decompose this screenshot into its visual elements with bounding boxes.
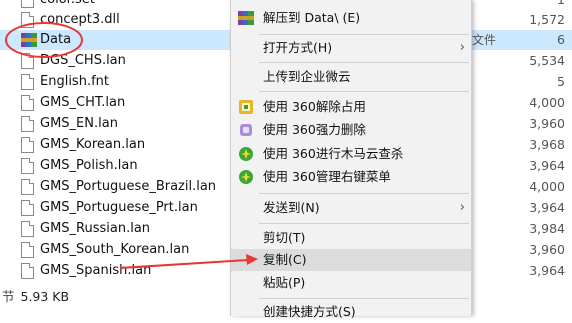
- file-size: 3,968: [529, 137, 565, 152]
- menu-item-360-unlock[interactable]: 使用 360解除占用: [231, 96, 471, 118]
- file-icon: [21, 263, 34, 279]
- archive-icon: [238, 0, 254, 5]
- file-name: concept3.dll: [40, 12, 120, 27]
- menu-item-paste[interactable]: 粘贴(P): [231, 272, 471, 294]
- menu-separator: [259, 62, 469, 63]
- menu-item-360-manage[interactable]: 使用 360管理右键菜单: [231, 166, 471, 188]
- menu-item-label: 使用 360管理右键菜单: [263, 169, 391, 184]
- file-name: GMS_CHT.lan: [40, 95, 126, 110]
- file-icon: [21, 0, 34, 8]
- menu-item-label: 打开方式(H): [263, 40, 333, 55]
- file-icon: [21, 95, 34, 111]
- winrar-icon: [238, 11, 254, 25]
- menu-item-copy[interactable]: 复制(C): [231, 249, 471, 271]
- context-menu: 解压到 Data\ (E) 打开方式(H) › 上传到企业微云 使用 360解除…: [230, 0, 472, 319]
- menu-item-label: 解压到 Data\ (E): [263, 10, 361, 25]
- file-name: GMS_EN.lan: [40, 116, 118, 131]
- file-name: English.fnt: [40, 74, 109, 89]
- file-size: 3,960: [529, 242, 565, 257]
- menu-item-upload[interactable]: 上传到企业微云: [231, 66, 471, 88]
- file-size: 3,964: [529, 200, 565, 215]
- file-icon: [21, 158, 34, 174]
- file-size: 3,960: [529, 116, 565, 131]
- menu-item-label: 使用 360进行木马云查杀: [263, 146, 404, 161]
- menu-item-360-force-delete[interactable]: 使用 360强力删除: [231, 119, 471, 141]
- 360-shield-icon: [239, 147, 253, 161]
- menu-item-open-with[interactable]: 打开方式(H) ›: [231, 37, 471, 59]
- menu-item-extract-here[interactable]: 解压到 Data\ (E): [231, 7, 471, 29]
- status-size: 5.93 KB: [20, 289, 70, 304]
- file-icon: [21, 137, 34, 153]
- menu-item-label: 上传到企业微云: [263, 69, 351, 84]
- file-name: color.set: [40, 0, 95, 10]
- status-prefix: 节: [2, 289, 15, 304]
- file-icon: [21, 116, 34, 132]
- unlock-icon: [239, 100, 253, 114]
- menu-item-label: 剪切(T): [263, 230, 306, 245]
- menu-item-label: 使用 360解除占用: [263, 99, 366, 114]
- status-bar: 节 5.93 KB: [0, 287, 69, 307]
- file-name: GMS_Portuguese_Prt.lan: [40, 200, 198, 215]
- menu-item-360-scan[interactable]: 使用 360进行木马云查杀: [231, 143, 471, 165]
- file-size: 5,534: [529, 53, 565, 68]
- menu-item-cut[interactable]: 剪切(T): [231, 227, 471, 249]
- file-name: GMS_Spanish.lan: [40, 263, 152, 278]
- file-size: 5: [557, 74, 565, 89]
- menu-separator: [259, 193, 469, 194]
- file-name: GMS_Korean.lan: [40, 137, 146, 152]
- file-size: 4,000: [529, 179, 565, 194]
- shredder-icon: [240, 124, 252, 136]
- file-size: 4,000: [529, 95, 565, 110]
- file-size: 3,984: [529, 221, 565, 236]
- menu-separator: [259, 223, 469, 224]
- file-icon: [21, 74, 34, 90]
- menu-item-label: 使用 360强力删除: [263, 122, 366, 137]
- file-size: 1: [557, 0, 565, 10]
- file-size: 6: [557, 32, 565, 47]
- menu-item-label: 发送到(N): [263, 200, 320, 215]
- file-icon: [21, 221, 34, 237]
- menu-item-label: 创建快捷方式(S): [263, 304, 356, 319]
- menu-item-label: 粘贴(P): [263, 275, 306, 290]
- file-icon: [21, 200, 34, 216]
- submenu-arrow-icon: ›: [459, 40, 465, 55]
- file-name: GMS_Polish.lan: [40, 158, 138, 173]
- file-name: GMS_Russian.lan: [40, 221, 151, 236]
- menu-item-send-to[interactable]: 发送到(N) ›: [231, 197, 471, 219]
- menu-separator: [259, 34, 469, 35]
- file-icon: [21, 242, 34, 258]
- file-size: 3,964: [529, 158, 565, 173]
- file-icon: [21, 12, 34, 28]
- file-size: 3,964: [529, 263, 565, 278]
- menu-item-create-shortcut[interactable]: 创建快捷方式(S): [231, 301, 471, 323]
- file-name: GMS_Portuguese_Brazil.lan: [40, 179, 217, 194]
- menu-separator: [259, 298, 469, 299]
- file-name: Data: [40, 32, 72, 47]
- file-name: GMS_South_Korean.lan: [40, 242, 190, 257]
- 360-shield-icon: [239, 170, 253, 184]
- submenu-arrow-icon: ›: [459, 200, 465, 215]
- file-size: 1,572: [529, 12, 565, 27]
- menu-separator: [259, 91, 469, 92]
- file-icon: [21, 179, 34, 195]
- file-icon: [21, 53, 34, 69]
- file-type: 文件: [472, 33, 497, 47]
- file-name: DGS_CHS.lan: [40, 53, 126, 68]
- archive-icon: [21, 33, 37, 47]
- menu-item-label: 复制(C): [263, 252, 307, 267]
